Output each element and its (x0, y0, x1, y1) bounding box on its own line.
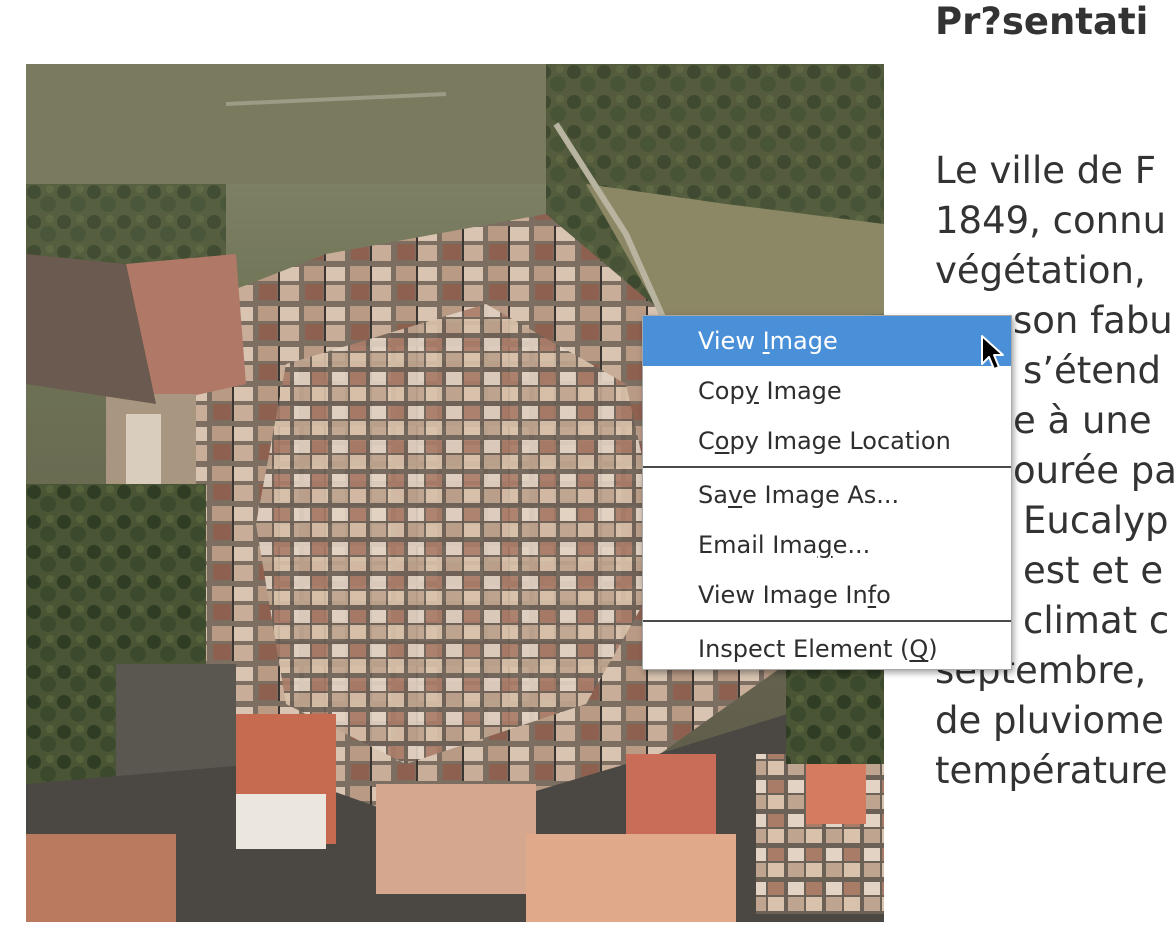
menu-label-part: ) (928, 635, 938, 663)
menu-label-part: View Image In (698, 581, 868, 609)
menu-separator (643, 466, 1011, 468)
menu-accesskey: y (744, 377, 759, 405)
image-context-menu: View Image Copy Image Copy Image Locatio… (642, 315, 1012, 670)
menu-label-part: e Image As... (742, 481, 900, 509)
menu-label-part: py Image Location (729, 427, 951, 455)
article-line: végétation, (935, 249, 1146, 292)
email-image-menu-item[interactable]: Email Image... (643, 520, 1011, 570)
menu-label-part: Cop (698, 377, 745, 405)
menu-label-part: mage (769, 327, 838, 355)
menu-label-part: Email Ima (698, 531, 818, 559)
menu-label-part: o (876, 581, 891, 609)
menu-accesskey: o (714, 427, 730, 455)
article-line: 1849, connu (935, 199, 1167, 242)
menu-label-part: Inspect Element ( (698, 635, 910, 663)
article-line: Le ville de F (935, 149, 1157, 192)
menu-accesskey: Q (909, 635, 929, 663)
menu-label-part: C (698, 427, 715, 455)
copy-image-menu-item[interactable]: Copy Image (643, 366, 1011, 416)
menu-accesskey: I (762, 327, 770, 355)
article-line: température (935, 749, 1168, 792)
menu-label-part: View (698, 327, 763, 355)
inspect-element-menu-item[interactable]: Inspect Element (Q) (643, 624, 1011, 674)
menu-label-part: e... (832, 531, 871, 559)
article-heading: Pr?sentati (935, 0, 1149, 43)
menu-accesskey: g (817, 531, 833, 559)
save-image-as-menu-item[interactable]: Save Image As... (643, 470, 1011, 520)
menu-accesskey: v (727, 481, 743, 509)
menu-label-part: Sa (698, 481, 728, 509)
copy-image-location-menu-item[interactable]: Copy Image Location (643, 416, 1011, 466)
menu-label-part: Image (758, 377, 842, 405)
article-line: de pluviome (935, 699, 1164, 742)
menu-accesskey: f (867, 581, 877, 609)
view-image-menu-item[interactable]: View Image (643, 316, 1011, 366)
menu-separator (643, 620, 1011, 622)
arrow-cursor-icon (981, 335, 1004, 370)
view-image-info-menu-item[interactable]: View Image Info (643, 570, 1011, 620)
